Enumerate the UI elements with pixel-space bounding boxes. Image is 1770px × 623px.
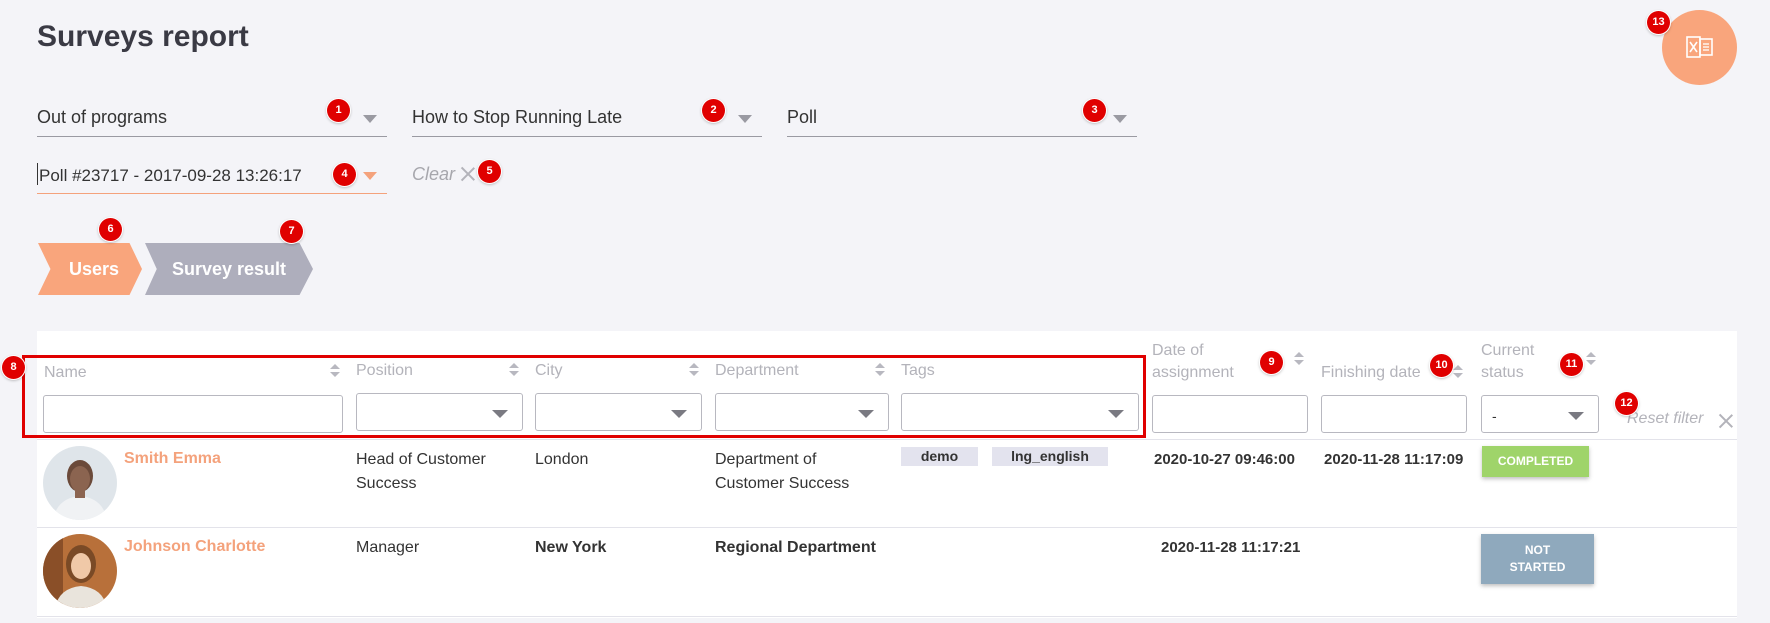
user-photo-icon xyxy=(43,446,117,520)
status-badge: NOT STARTED xyxy=(1481,534,1594,584)
date-of-assignment: 2020-11-28 11:17:21 xyxy=(1161,539,1301,556)
date-of-assignment: 2020-10-27 09:46:00 xyxy=(1154,451,1295,468)
user-name-link[interactable]: Smith Emma xyxy=(124,450,221,468)
row-divider xyxy=(37,616,1737,617)
status-line: STARTED xyxy=(1509,560,1566,574)
annotation-badge-8: 8 xyxy=(2,356,25,379)
sort-icon[interactable] xyxy=(1294,352,1304,366)
header-line: Current xyxy=(1481,342,1535,359)
user-photo-icon xyxy=(43,534,117,608)
user-name-link[interactable]: Johnson Charlotte xyxy=(124,538,265,556)
department-line: Customer Success xyxy=(715,475,850,492)
clear-button[interactable]: Clear xyxy=(412,164,455,185)
annotation-badge-7: 7 xyxy=(280,220,303,243)
status-filter-value: - xyxy=(1492,408,1497,424)
header-line: assignment xyxy=(1152,364,1234,381)
export-excel-button[interactable] xyxy=(1662,10,1737,85)
close-icon xyxy=(460,166,476,182)
user-department: Regional Department xyxy=(715,539,876,556)
course-select-value: How to Stop Running Late xyxy=(412,107,623,127)
avatar xyxy=(43,534,117,608)
clear-label: Clear xyxy=(412,164,456,184)
tab-survey-result[interactable]: Survey result xyxy=(145,243,313,295)
date-of-assignment-filter-input[interactable] xyxy=(1152,395,1308,433)
reset-filter-button[interactable]: Reset filter xyxy=(1627,410,1703,428)
status-filter-select[interactable]: - xyxy=(1481,395,1599,433)
annotation-badge-11: 11 xyxy=(1560,353,1583,376)
chevron-down-icon xyxy=(1568,412,1584,420)
department-line: Department of xyxy=(715,451,817,468)
annotation-badge-12: 12 xyxy=(1615,392,1638,415)
position-line: Success xyxy=(356,475,417,492)
user-department: Department of Customer Success xyxy=(715,448,849,496)
status-badge: COMPLETED xyxy=(1482,446,1589,477)
reset-filter-label: Reset filter xyxy=(1627,410,1704,427)
annotation-badge-4: 4 xyxy=(333,163,356,186)
sort-icon[interactable] xyxy=(1586,352,1596,366)
annotation-badge-9: 9 xyxy=(1260,351,1283,374)
tag-badge: lng_english xyxy=(992,447,1108,466)
filter-highlight-box xyxy=(22,355,1146,438)
finishing-date-filter-input[interactable] xyxy=(1321,395,1467,433)
annotation-badge-1: 1 xyxy=(327,99,350,122)
chevron-down-icon xyxy=(363,115,377,123)
annotation-badge-13: 13 xyxy=(1647,11,1670,34)
tag-badge: demo xyxy=(901,447,978,466)
chevron-down-icon xyxy=(363,172,377,180)
position-line: Head of Customer xyxy=(356,451,486,468)
program-select-value: Out of programs xyxy=(37,107,168,127)
chevron-down-icon xyxy=(738,115,752,123)
annotation-badge-2: 2 xyxy=(702,99,725,122)
annotation-badge-6: 6 xyxy=(99,218,122,241)
user-city: New York xyxy=(535,539,607,556)
header-line: status xyxy=(1481,364,1524,381)
close-icon xyxy=(1718,413,1734,429)
finishing-date: 2020-11-28 11:17:09 xyxy=(1324,451,1464,468)
user-position: Manager xyxy=(356,539,420,556)
annotation-badge-10: 10 xyxy=(1430,354,1453,377)
annotation-badge-5: 5 xyxy=(478,160,501,183)
page-title: Surveys report xyxy=(37,20,249,53)
avatar xyxy=(43,446,117,520)
column-header-date-of-assignment[interactable]: Date of assignment xyxy=(1152,340,1234,384)
header-line: Date of xyxy=(1152,342,1204,359)
poll-select-value: Poll #23717 - 2017-09-28 13:26:17 xyxy=(39,166,302,185)
column-header-finishing-date[interactable]: Finishing date xyxy=(1321,362,1421,384)
sort-icon[interactable] xyxy=(1453,365,1463,379)
column-header-current-status[interactable]: Current status xyxy=(1481,340,1534,384)
row-divider xyxy=(37,439,1737,440)
chevron-down-icon xyxy=(1113,115,1127,123)
text-cursor xyxy=(37,163,38,185)
row-divider xyxy=(37,527,1737,528)
user-city: London xyxy=(535,451,589,468)
tab-users[interactable]: Users xyxy=(38,243,142,295)
user-position: Head of Customer Success xyxy=(356,448,486,496)
annotation-badge-3: 3 xyxy=(1083,99,1106,122)
status-line: NOT xyxy=(1524,543,1551,557)
type-select-value: Poll xyxy=(787,107,818,127)
excel-icon xyxy=(1686,36,1713,58)
